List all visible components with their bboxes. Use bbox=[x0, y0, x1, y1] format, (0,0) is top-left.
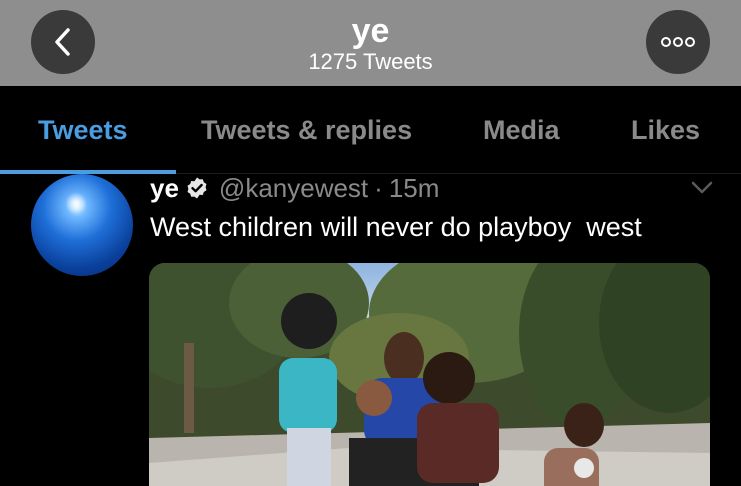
profile-name-title: ye bbox=[351, 12, 390, 50]
tweet[interactable]: ye @kanyewest · 15m West children will n… bbox=[0, 172, 741, 486]
more-options-icon bbox=[661, 37, 695, 47]
tweet-photo-image bbox=[149, 263, 710, 486]
verified-badge-icon bbox=[187, 177, 207, 199]
tweet-photo[interactable] bbox=[149, 263, 710, 486]
profile-tabs: Tweets Tweets & replies Media Likes bbox=[0, 86, 741, 174]
avatar[interactable] bbox=[31, 174, 133, 276]
author-display-name[interactable]: ye bbox=[150, 173, 179, 204]
profile-header: ye 1275 Tweets bbox=[0, 0, 741, 86]
more-options-button[interactable] bbox=[646, 10, 710, 74]
tweet-text: West children will never do playboy west bbox=[150, 212, 642, 242]
tab-tweets-and-replies[interactable]: Tweets & replies bbox=[201, 114, 412, 146]
tweet-count: 1275 Tweets bbox=[308, 49, 433, 74]
chevron-down-icon[interactable] bbox=[690, 180, 714, 196]
meta-separator: · bbox=[374, 172, 383, 203]
tab-likes[interactable]: Likes bbox=[631, 114, 700, 146]
tweet-author-row: ye @kanyewest · 15m bbox=[150, 172, 439, 204]
tab-media[interactable]: Media bbox=[483, 114, 560, 146]
tab-tweets[interactable]: Tweets bbox=[38, 114, 128, 146]
avatar-highlight bbox=[65, 192, 87, 214]
tweet-timestamp[interactable]: 15m bbox=[389, 173, 440, 204]
author-handle[interactable]: @kanyewest bbox=[219, 173, 368, 204]
